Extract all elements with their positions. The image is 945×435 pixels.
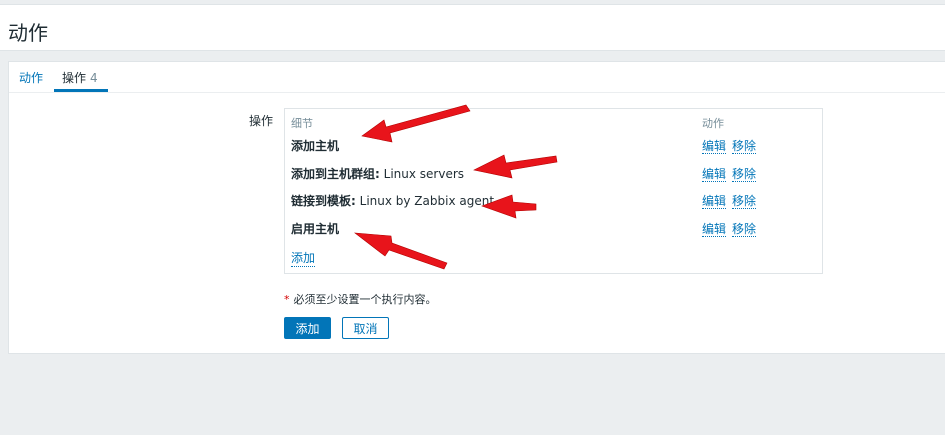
edit-link[interactable]: 编辑 xyxy=(702,222,727,237)
remove-link[interactable]: 移除 xyxy=(732,167,757,182)
operation-type: 添加到主机群组: xyxy=(291,167,380,181)
tab-operations-label: 操作 xyxy=(62,71,87,85)
tab-action[interactable]: 动作 xyxy=(19,69,43,86)
edit-link[interactable]: 编辑 xyxy=(702,139,727,154)
remove-link[interactable]: 移除 xyxy=(732,194,757,209)
operation-detail: 启用主机 xyxy=(291,222,339,236)
tab-operations-count: 4 xyxy=(90,71,98,85)
edit-link[interactable]: 编辑 xyxy=(702,194,727,209)
remove-link[interactable]: 移除 xyxy=(732,139,757,154)
form-panel: 动作 操作 4 操作 细节 动作 添加主机 编辑 移除 添加到主机群组: Linux… xyxy=(8,61,945,354)
required-note-text: 必须至少设置一个执行内容。 xyxy=(293,293,437,306)
column-header-details: 细节 xyxy=(291,117,313,130)
required-note: * 必须至少设置一个执行内容。 xyxy=(284,291,437,307)
page-header: 动作 xyxy=(0,4,945,51)
operation-row: 启用主机 编辑 移除 xyxy=(291,220,816,238)
cancel-button[interactable]: 取消 xyxy=(342,317,389,339)
add-button[interactable]: 添加 xyxy=(284,317,331,339)
active-tab-indicator xyxy=(54,89,108,92)
operation-detail: 链接到模板: Linux by Zabbix agent xyxy=(291,194,494,208)
operations-table: 细节 动作 添加主机 编辑 移除 添加到主机群组: Linux servers 编… xyxy=(284,108,823,274)
page-title: 动作 xyxy=(8,21,48,45)
operation-type: 启用主机 xyxy=(291,222,340,236)
operation-value: Linux by Zabbix agent xyxy=(355,194,495,208)
add-operation-link[interactable]: 添加 xyxy=(291,249,316,267)
edit-link[interactable]: 编辑 xyxy=(702,167,727,182)
operation-row: 链接到模板: Linux by Zabbix agent 编辑 移除 xyxy=(291,192,816,210)
operation-type: 添加主机 xyxy=(291,139,340,153)
column-header-action: 动作 xyxy=(702,117,724,130)
tab-bar: 动作 操作 4 xyxy=(9,62,945,93)
operations-field-label: 操作 xyxy=(249,114,274,128)
operation-value: Linux servers xyxy=(379,167,465,181)
operation-type: 链接到模板: xyxy=(291,194,356,208)
tab-operations[interactable]: 操作 4 xyxy=(62,69,98,86)
required-asterisk: * xyxy=(284,293,290,306)
operation-row: 添加到主机群组: Linux servers 编辑 移除 xyxy=(291,165,816,183)
operation-row: 添加主机 编辑 移除 xyxy=(291,137,816,155)
operation-detail: 添加主机 xyxy=(291,139,339,153)
operation-detail: 添加到主机群组: Linux servers xyxy=(291,167,464,181)
remove-link[interactable]: 移除 xyxy=(732,222,757,237)
